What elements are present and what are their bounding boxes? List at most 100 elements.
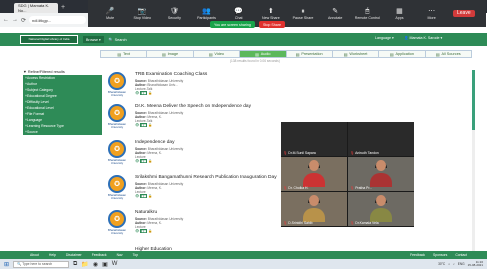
result-item[interactable]: ✪ Bharathidasan University Naturalkru Sourc…: [104, 210, 279, 240]
user-menu[interactable]: 👤 Mamata K. Sarode ▾: [404, 36, 442, 40]
result-item[interactable]: ✪ Bharathidasan University TRB Examination…: [104, 72, 279, 102]
network-icon[interactable]: ⌂: [448, 262, 450, 266]
result-title[interactable]: Naturalkru: [135, 210, 157, 215]
sidebar-item-subject-category[interactable]: + Subject Category: [23, 87, 102, 93]
language-selector[interactable]: Language ▾: [375, 36, 394, 40]
input-language[interactable]: ENG: [458, 262, 465, 266]
zoom-chat-button[interactable]: 💬 Chat: [224, 8, 254, 20]
plus-icon[interactable]: +: [61, 4, 65, 11]
tab-label: Worksheet: [349, 52, 368, 56]
forward-arrow-icon[interactable]: →: [12, 17, 18, 23]
leave-meeting-button[interactable]: Leave: [449, 9, 479, 18]
result-title[interactable]: TRB Examination Coaching Class: [135, 72, 207, 77]
zoom-more-button[interactable]: ⋯ More: [417, 8, 447, 20]
participant-tile[interactable]: 🎙 Anirudh Tandon: [348, 122, 414, 156]
sidebar-item-label: Difficulty Level: [26, 99, 49, 104]
participant-tile[interactable]: 🎙 Dr. Cholka H.: [281, 157, 347, 191]
result-title[interactable]: Dr.K. Meena Deliver the Speech on Indepe…: [135, 104, 251, 109]
participant-name-text: Pratha Pr...: [355, 186, 373, 190]
zoom-app-icon[interactable]: ▣: [102, 261, 108, 268]
result-item[interactable]: ✪ Bharathidasan University Srilakshmi Bang…: [104, 175, 279, 205]
zoom-remote-control-button[interactable]: 🖱 Remote Control: [352, 8, 382, 20]
sidebar-item-difficulty-level[interactable]: + Difficulty Level: [23, 99, 102, 105]
participant-tile[interactable]: 🎙 Dr.M.Sunil Sapara: [281, 122, 347, 156]
reload-icon[interactable]: ⟳: [21, 17, 26, 24]
clock[interactable]: 11:16 15-08-2021: [468, 260, 483, 268]
search-link[interactable]: 🔍 Search: [109, 37, 127, 42]
view-icon[interactable]: 👁: [135, 194, 139, 198]
file-explorer-icon[interactable]: 📁: [81, 261, 88, 268]
microphone-icon: 🎤: [105, 7, 115, 15]
sidebar-item-file-format[interactable]: + File Format: [23, 111, 102, 117]
zoom-pause-share-button[interactable]: ⏸ Pause Share: [288, 8, 318, 20]
view-icon[interactable]: 👁: [135, 91, 139, 95]
tab-all-sources[interactable]: ▤ All Sources: [424, 50, 472, 58]
sidebar-item-educational-degree[interactable]: + Educational Degree: [23, 93, 102, 99]
tab-worksheet[interactable]: ▤ Worksheet: [331, 50, 379, 58]
tab-image[interactable]: ▤ Image: [146, 50, 193, 58]
participant-name-text: D.Srinidhi Sahib: [288, 221, 313, 225]
footer-link-help[interactable]: Help: [49, 253, 56, 257]
volume-icon[interactable]: ♪: [453, 262, 455, 266]
document-icon: ▤: [208, 52, 213, 57]
zoom-apps-button[interactable]: ▦ Apps: [384, 8, 414, 20]
result-item[interactable]: ✪ Bharathidasan University Independence da…: [104, 140, 279, 170]
participant-tile[interactable]: 🎙 Pratha Pr...: [348, 157, 414, 191]
sidebar-item-language[interactable]: + Language: [23, 117, 102, 123]
footer-link-top[interactable]: Top: [133, 253, 138, 257]
windows-start-icon[interactable]: ⊞: [4, 261, 9, 268]
tab-application[interactable]: ▤ Application: [378, 50, 425, 58]
taskbar-search[interactable]: 🔍 Type here to search: [13, 260, 70, 268]
tab-presentation[interactable]: ▤ Presentation: [285, 50, 332, 58]
result-thumbnail[interactable]: ✪ Bharathidasan University: [104, 104, 130, 134]
site-logo[interactable]: National Digital Library of India: [20, 35, 78, 44]
view-icon[interactable]: 👁: [135, 123, 139, 127]
footer-link-feedback[interactable]: Feedback: [92, 253, 107, 257]
zoom-security-button[interactable]: 🛡 Security: [159, 8, 189, 20]
chrome-icon[interactable]: ◉: [93, 261, 98, 268]
footer-link-about[interactable]: About: [30, 253, 39, 257]
url-field[interactable]: ndl.iitkgp...: [29, 16, 86, 24]
zoom-item-label: More: [427, 15, 436, 20]
sidebar-item-learning-resource-type[interactable]: + Learning Resource Type: [23, 123, 102, 129]
sidebar-item-educational-level[interactable]: + Educational Level: [23, 105, 102, 111]
sidebar-item-access-restriction[interactable]: + Access Restriction: [23, 75, 102, 81]
sidebar-item-source[interactable]: + Source: [23, 129, 102, 135]
result-item[interactable]: ✪ Bharathidasan University Dr.K. Meena Del…: [104, 104, 279, 134]
scrollbar[interactable]: [472, 70, 475, 258]
tab-text[interactable]: ▤ Text: [100, 50, 147, 58]
leave-label: Leave: [452, 9, 475, 17]
sidebar-item-author[interactable]: + Author: [23, 81, 102, 87]
scrollbar-thumb[interactable]: [472, 70, 475, 130]
result-thumbnail[interactable]: ✪ Bharathidasan University: [104, 140, 130, 170]
result-thumbnail[interactable]: ✪ Bharathidasan University: [104, 175, 130, 205]
footer-link-disclaimer[interactable]: Disclaimer: [66, 253, 82, 257]
result-title[interactable]: Independence day: [135, 140, 174, 145]
participant-tile[interactable]: 🎙 D.Srinidhi Sahib: [281, 192, 347, 226]
result-thumbnail[interactable]: ✪ Bharathidasan University: [104, 210, 130, 240]
footer-link-contact[interactable]: Contact: [455, 253, 467, 257]
view-icon[interactable]: 👁: [135, 159, 139, 163]
zoom-new-share-button[interactable]: ⬆ New Share: [256, 8, 286, 20]
participant-tile[interactable]: 🎙 Dr.Kamala Vela: [348, 192, 414, 226]
zoom-annotate-button[interactable]: ✎ Annotate: [320, 8, 350, 20]
view-icon[interactable]: 👁: [135, 229, 139, 233]
browse-button[interactable]: Browse ▾: [83, 36, 104, 43]
tab-video[interactable]: ▤ Video: [192, 50, 240, 58]
footer-link-feedback[interactable]: Feedback: [410, 253, 425, 257]
tab-audio[interactable]: ▤ Audio: [239, 50, 286, 58]
footer-link-sponsors[interactable]: Sponsors: [433, 253, 447, 257]
zoom-participants-button[interactable]: 👥 Participants: [192, 8, 222, 20]
word-icon[interactable]: W: [112, 261, 118, 267]
browser-tab[interactable]: SDG | Mamata K. No...: [14, 3, 58, 13]
zoom-mute-button[interactable]: 🎤 Mute: [95, 8, 125, 20]
result-title[interactable]: Srilakshmi Bangamathunni Research Public…: [135, 175, 277, 180]
back-arrow-icon[interactable]: ←: [3, 17, 9, 23]
zoom-stop-video-button[interactable]: 📷 Stop Video: [127, 8, 157, 20]
remote-control-icon: 🖱: [365, 7, 370, 15]
task-view-icon[interactable]: ⧉: [73, 261, 77, 268]
footer-link-nav[interactable]: Nav: [117, 253, 123, 257]
result-thumbnail[interactable]: ✪ Bharathidasan University: [104, 72, 130, 102]
document-icon: ▤: [255, 52, 259, 57]
stop-share-button[interactable]: Stop Share: [259, 21, 285, 28]
